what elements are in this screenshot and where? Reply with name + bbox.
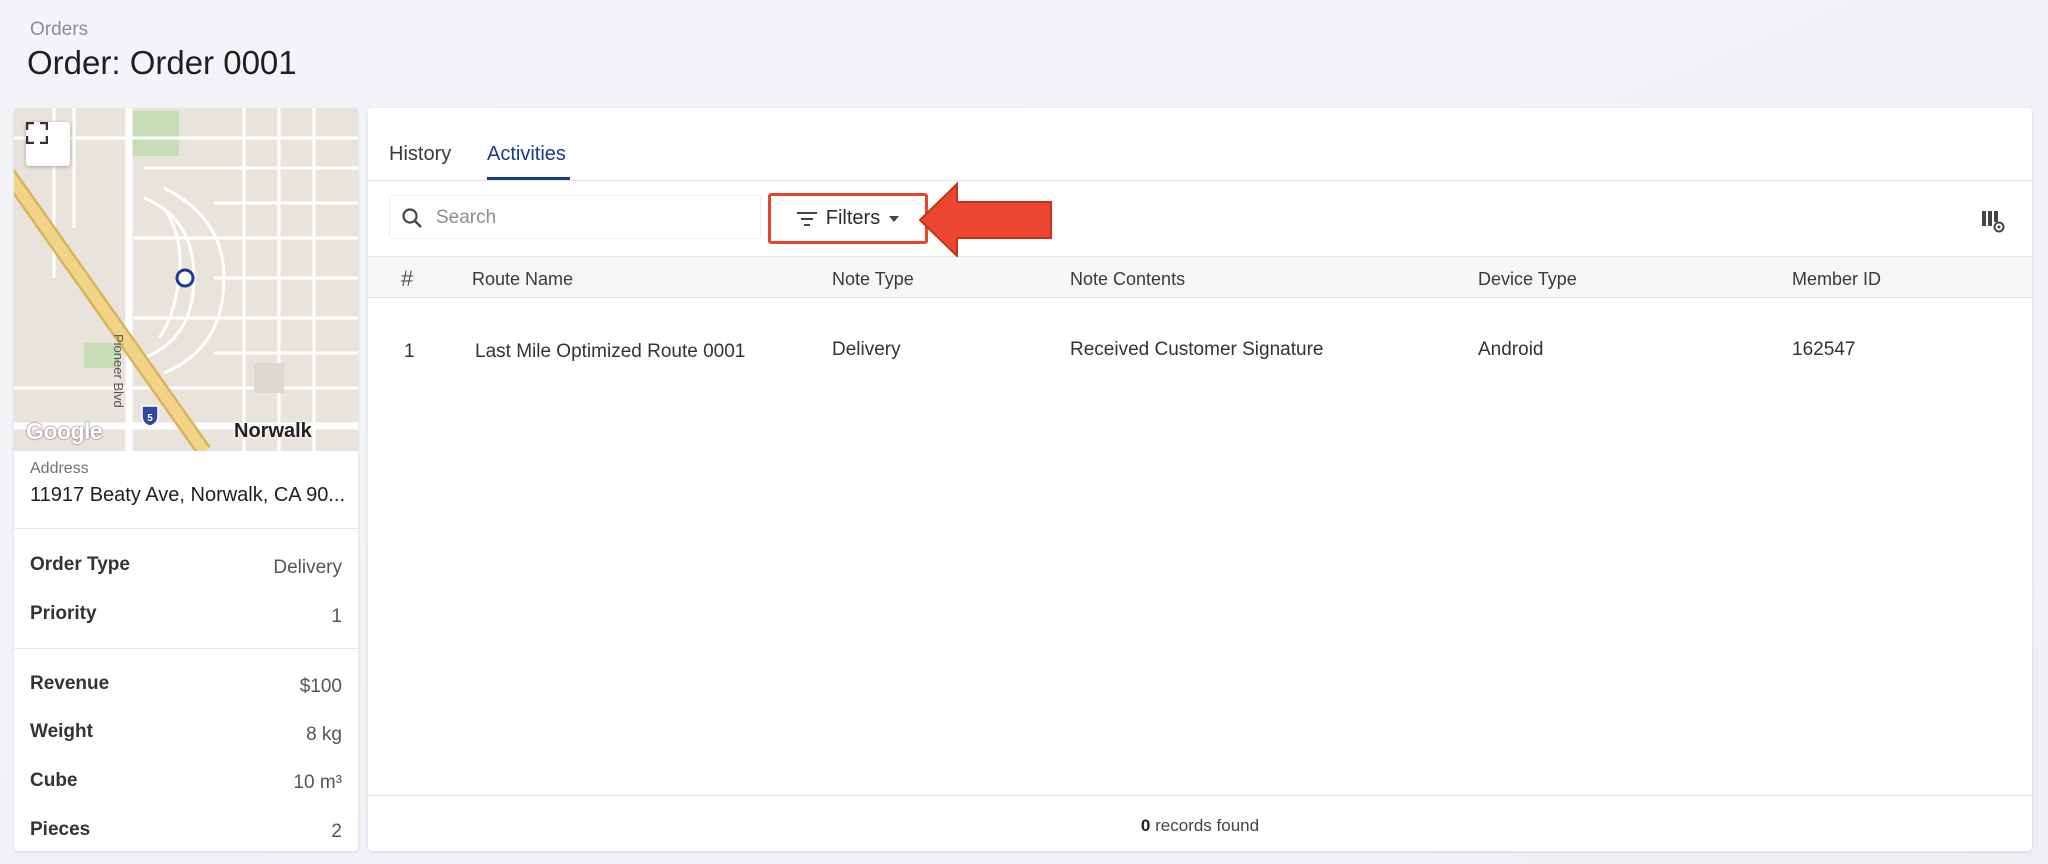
revenue-value: $100 — [299, 676, 342, 697]
table-header: # Route Name Note Type Note Contents Dev… — [368, 257, 2032, 298]
column-header-number: # — [401, 266, 414, 291]
device-type-cell: Android — [1478, 339, 1544, 360]
weight-label: Weight — [30, 721, 93, 742]
search-box[interactable] — [389, 195, 761, 239]
weight-value: 8 kg — [306, 724, 342, 745]
records-label: records found — [1155, 816, 1260, 835]
page-title: Order: Order 0001 — [27, 44, 297, 81]
column-header-note-contents[interactable]: Note Contents — [1070, 269, 1185, 290]
filters-label: Filters — [825, 207, 881, 229]
pieces-label: Pieces — [30, 819, 91, 840]
filters-button[interactable]: Filters — [768, 193, 928, 244]
highway-shield-label: 5 — [147, 413, 153, 424]
member-id-cell: 162547 — [1792, 339, 1856, 360]
order-details-card: 5 Pioneer Blvd Google Norwalk Address 11… — [14, 108, 358, 851]
note-type-cell: Delivery — [832, 339, 901, 360]
order-type-value: Delivery — [273, 557, 342, 578]
column-settings-icon[interactable] — [1980, 208, 2006, 234]
chevron-down-icon — [889, 215, 900, 222]
fullscreen-icon — [26, 122, 48, 144]
address-value: 11917 Beaty Ave, Norwalk, CA 90... — [30, 484, 345, 506]
red-arrow-annotation — [918, 181, 1052, 259]
activities-card: History Activities Filters # Rout — [368, 108, 2032, 851]
column-header-note-type[interactable]: Note Type — [832, 269, 914, 290]
breadcrumb[interactable]: Orders — [30, 19, 88, 41]
search-icon — [402, 208, 422, 228]
google-logo: Google — [26, 418, 103, 444]
row-number: 1 — [404, 341, 415, 362]
column-header-route-name[interactable]: Route Name — [472, 269, 573, 290]
tab-history[interactable]: History — [389, 143, 451, 166]
search-input[interactable] — [436, 204, 736, 232]
divider — [14, 648, 358, 649]
active-tab-indicator — [487, 177, 570, 180]
pieces-value: 2 — [331, 821, 342, 842]
revenue-label: Revenue — [30, 673, 110, 694]
route-name-cell: Last Mile Optimized Route 0001 — [475, 341, 746, 362]
cube-value: 10 m³ — [293, 772, 342, 793]
fullscreen-button[interactable] — [26, 122, 70, 166]
table-footer: 0 records found — [368, 795, 2032, 851]
filter-icon — [796, 211, 817, 226]
column-header-member-id[interactable]: Member ID — [1792, 269, 1881, 290]
note-contents-cell: Received Customer Signature — [1070, 339, 1324, 360]
map[interactable]: 5 Pioneer Blvd Google Norwalk — [14, 108, 358, 451]
order-type-label: Order Type — [30, 554, 130, 575]
column-header-device-type[interactable]: Device Type — [1478, 269, 1577, 290]
records-found-text: 0 records found — [368, 816, 2032, 836]
address-label: Address — [30, 460, 89, 477]
divider — [14, 528, 358, 529]
priority-label: Priority — [30, 603, 97, 624]
map-city-label: Norwalk — [234, 420, 312, 442]
cube-label: Cube — [30, 770, 78, 791]
tab-activities[interactable]: Activities — [487, 143, 566, 166]
records-count: 0 — [1140, 816, 1151, 835]
tab-bar: History Activities — [368, 108, 2032, 181]
priority-value: 1 — [331, 606, 342, 627]
map-street-label: Pioneer Blvd — [111, 334, 126, 408]
